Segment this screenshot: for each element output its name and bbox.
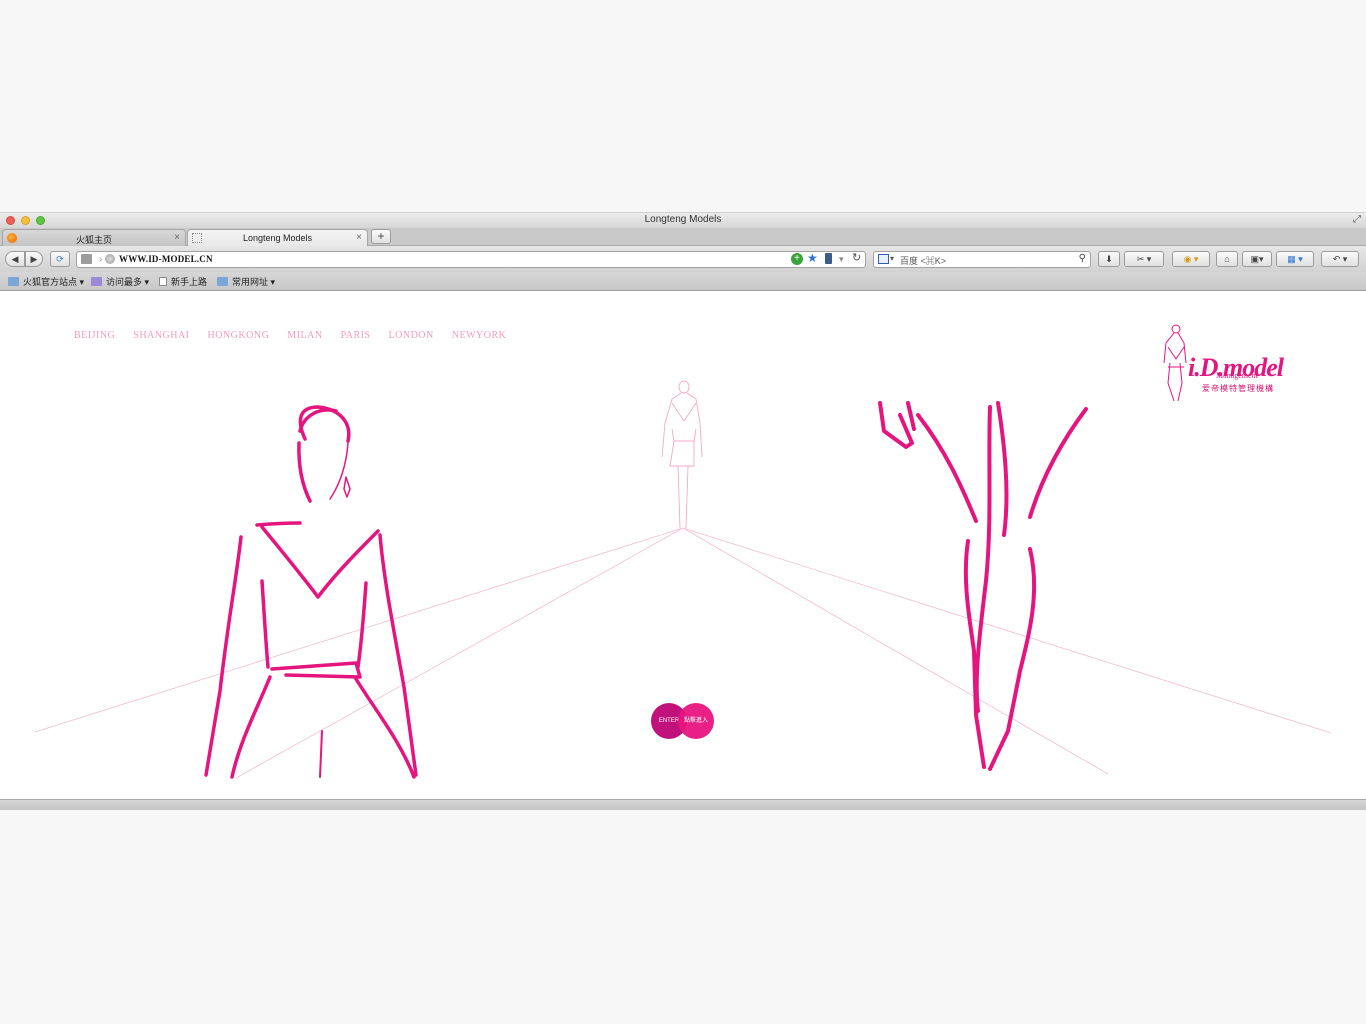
search-input-placeholder[interactable]: 百度 <⌘K> xyxy=(900,254,946,267)
title-bar: Longteng Models ⤢ xyxy=(0,212,1366,228)
screenshot-button[interactable]: ✂ ▾ xyxy=(1124,251,1164,267)
logo-chinese-name: 爱帝模特管理機構 xyxy=(1202,384,1274,393)
enter-button[interactable]: ENTER 點擊進入 xyxy=(651,703,715,741)
apps-button[interactable]: ▦ ▾ xyxy=(1276,251,1314,267)
downloads-button[interactable]: ⬇ xyxy=(1098,251,1120,267)
sync-button[interactable]: ⟳ xyxy=(50,251,70,267)
home-button[interactable]: ⌂ xyxy=(1216,251,1238,267)
model-sketch-left xyxy=(204,405,418,779)
home-icon: ⌂ xyxy=(1224,254,1230,264)
navigation-toolbar: ◀ ▶ ⟳ › WWW.ID-MODEL.CN + ★ ▾ ↻ ▾ 百度 <⌘K… xyxy=(0,246,1366,272)
folder-icon xyxy=(217,277,228,286)
back-arrow-icon: ◀ xyxy=(11,254,19,264)
go-icon[interactable]: + xyxy=(791,253,803,265)
window-menu-button[interactable]: ▣▾ xyxy=(1242,251,1272,267)
close-tab-icon[interactable]: × xyxy=(356,232,362,243)
bookmark-folder[interactable]: 常用网址 ▾ xyxy=(217,275,275,288)
distant-model-sketch xyxy=(661,380,703,529)
folder-icon xyxy=(8,277,19,286)
smart-folder-icon xyxy=(91,277,102,286)
baidu-icon[interactable] xyxy=(878,254,889,264)
bookmark-label: 新手上路 xyxy=(171,277,208,287)
search-icon[interactable]: ⚲ xyxy=(1079,253,1086,265)
globe-icon xyxy=(105,254,115,264)
close-tab-icon[interactable]: × xyxy=(174,232,180,243)
tab-strip: 火狐主页 × Longteng Models × + xyxy=(0,228,1366,246)
mobile-icon[interactable] xyxy=(825,253,832,264)
web-page: BEIJING SHANGHAI HONGKONG MILAN PARIS LO… xyxy=(0,291,1366,799)
addon-button[interactable]: ◉ ▾ xyxy=(1172,251,1210,267)
tab-firefox-home[interactable]: 火狐主页 × xyxy=(2,229,186,246)
window-icon: ▣▾ xyxy=(1250,254,1264,264)
sync-icon: ⟳ xyxy=(56,254,64,264)
tab-longteng-models[interactable]: Longteng Models × xyxy=(187,229,368,246)
logo-model-icon xyxy=(1163,324,1187,402)
search-bar[interactable]: ▾ 百度 <⌘K> ⚲ xyxy=(873,251,1091,268)
window-title: Longteng Models xyxy=(644,214,722,225)
bookmark-link[interactable]: 新手上路 xyxy=(159,275,207,288)
sidebar-icon[interactable] xyxy=(81,254,92,264)
bookmark-label: 常用网址 xyxy=(232,277,269,287)
bookmark-label: 访问最多 xyxy=(106,277,143,287)
page-icon xyxy=(159,277,167,286)
undo-button[interactable]: ↶ ▾ xyxy=(1321,251,1359,267)
chevron-down-icon[interactable]: ▾ xyxy=(890,254,894,264)
back-button[interactable]: ◀ xyxy=(5,251,25,267)
bookmark-label: 火狐官方站点 xyxy=(23,277,78,287)
apps-grid-icon: ▦ ▾ xyxy=(1287,254,1303,264)
tab-label: 火狐主页 xyxy=(75,235,112,245)
reload-icon[interactable]: ↻ xyxy=(852,252,861,265)
addon-icon: ◉ ▾ xyxy=(1183,254,1199,264)
bookmark-star-icon[interactable]: ★ xyxy=(807,252,818,265)
download-icon: ⬇ xyxy=(1105,254,1113,264)
dropdown-icon[interactable]: ▾ xyxy=(839,253,844,265)
browser-window: Longteng Models ⤢ 火狐主页 × Longteng Models… xyxy=(0,212,1366,810)
enter-label-chinese[interactable]: 點擊進入 xyxy=(678,703,714,739)
bookmarks-bar: 火狐官方站点 ▾ 访问最多 ▾ 新手上路 常用网址 ▾ xyxy=(0,272,1366,291)
forward-button[interactable]: ▶ xyxy=(25,251,43,267)
brand-logo[interactable]: i.D.model Management 爱帝模特管理機構 xyxy=(1158,323,1298,403)
fullscreen-icon[interactable]: ⤢ xyxy=(1352,215,1362,225)
chevron-right-icon: › xyxy=(99,254,103,265)
url-text[interactable]: WWW.ID-MODEL.CN xyxy=(119,254,213,264)
model-sketch-right xyxy=(878,401,1088,771)
forward-arrow-icon: ▶ xyxy=(30,254,38,264)
status-bar xyxy=(0,799,1366,810)
undo-icon: ↶ ▾ xyxy=(1332,254,1348,264)
url-bar[interactable]: › WWW.ID-MODEL.CN + ★ ▾ ↻ xyxy=(76,251,866,268)
screenshot-icon: ✂ ▾ xyxy=(1136,254,1152,264)
bookmark-folder[interactable]: 火狐官方站点 ▾ xyxy=(8,275,84,288)
tab-label: Longteng Models xyxy=(242,233,313,243)
bookmark-smart-folder[interactable]: 访问最多 ▾ xyxy=(91,275,149,288)
new-tab-button[interactable]: + xyxy=(371,229,391,244)
logo-subtitle: Management xyxy=(1216,371,1258,380)
